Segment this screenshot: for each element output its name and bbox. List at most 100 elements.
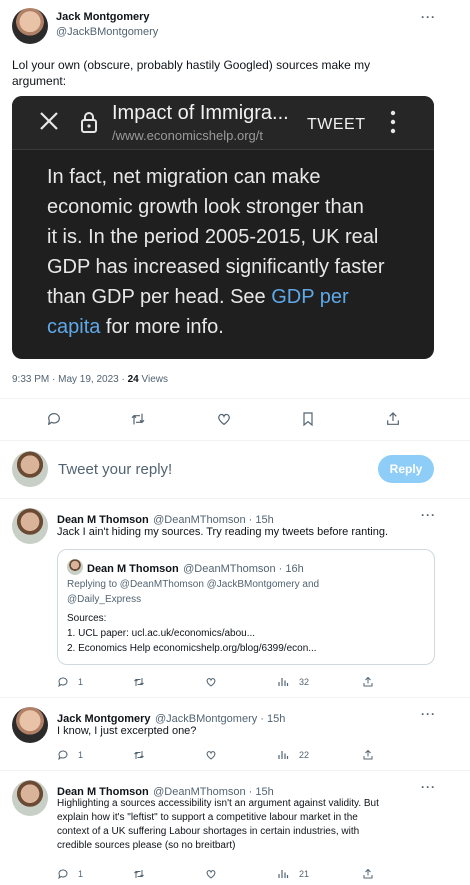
reply-count: 1 [78,750,84,760]
reply-icon [58,677,68,688]
retweet-button[interactable] [133,675,145,687]
like-icon [218,413,230,426]
divider [0,498,470,499]
reply-count: 1 [78,869,84,879]
timestamp: · 16h [275,563,304,575]
reply-button[interactable] [57,675,69,688]
replying-to: @Daily_Express [67,594,142,605]
quote-header: Dean M Thomson @DeanMThomson · 16h [87,559,304,577]
views-count: 32 [299,677,310,687]
share-icon [363,868,373,879]
reply-icon [58,869,68,880]
quoted-tweet[interactable]: Dean M Thomson @DeanMThomson · 16h Reply… [57,549,435,665]
reply-button[interactable] [46,411,62,427]
timestamp[interactable]: 9:33 PM · May 19, 2023 · [12,374,128,385]
views-icon [278,751,289,759]
share-icon [387,412,399,425]
retweet-icon [131,413,145,425]
like-icon [206,678,216,687]
excerpt-line: In fact, net migration can make [47,166,321,188]
share-icon [363,676,373,687]
like-icon [206,751,216,760]
divider [0,440,470,441]
author-name[interactable]: Jack Montgomery [56,11,150,23]
views-button[interactable] [277,748,289,760]
divider [0,398,470,399]
reply-submit-button[interactable]: Reply [378,455,434,483]
retweet-button[interactable] [133,867,145,879]
more-vertical-icon [390,110,396,134]
page-title: Impact of Immigra... [112,102,289,124]
excerpt-line: GDP has increased significantly faster [47,256,385,278]
more-icon[interactable]: ··· [421,508,436,522]
article-excerpt: In fact, net migration can make economic… [47,162,407,342]
retweet-icon [134,678,144,686]
excerpt-line: it is. In the period 2005-2015, UK real [47,226,379,248]
views-icon [278,678,289,686]
reply-text-line: context of a UK suffering Labour shortag… [57,826,360,837]
tweet-image[interactable]: Impact of Immigra... /www.economicshelp.… [12,96,434,359]
timestamp[interactable]: · 15h [257,713,285,725]
more-icon[interactable]: ··· [421,707,436,721]
bookmark-button[interactable] [300,411,316,427]
views-button[interactable] [277,675,289,687]
share-button[interactable] [362,867,374,879]
reply-text-line: credible sources please (so no breitbart… [57,840,236,851]
excerpt-line: economic growth look stronger than [47,196,364,218]
like-icon [206,870,216,879]
views-icon [278,870,289,878]
tweet-text-line: Lol your own (obscure, probably hastily … [12,58,371,72]
share-button[interactable] [362,675,374,687]
author-handle[interactable]: @JackBMontgomery [56,26,158,38]
share-button[interactable] [385,411,401,427]
close-icon [40,112,58,130]
avatar[interactable] [12,707,48,743]
tweet-label: TWEET [307,116,366,133]
avatar [12,451,48,487]
retweet-button[interactable] [130,411,146,427]
like-button[interactable] [205,867,217,879]
author-handle: @DeanMThomson [183,563,276,575]
reply-text: Highlighting a sources accessibility isn… [57,797,457,853]
views-count: 21 [299,869,310,879]
excerpt-line: capita for more info. [47,312,407,342]
like-button[interactable] [216,411,232,427]
share-icon [363,749,373,760]
quote-text-line: 1. UCL paper: ucl.ac.uk/economics/abou..… [67,628,256,639]
page-url: /www.economicshelp.org/t [112,128,264,143]
retweet-button[interactable] [133,748,145,760]
author-name: Dean M Thomson [87,563,179,575]
reply-button[interactable] [57,867,69,880]
reply-text-line: Highlighting a sources accessibility isn… [57,798,379,809]
divider [0,770,470,771]
avatar[interactable] [12,8,48,44]
views-label: Views [138,374,169,385]
views-count: 22 [299,750,310,760]
share-button[interactable] [362,748,374,760]
retweet-icon [134,751,144,759]
avatar[interactable] [12,780,48,816]
excerpt-link: capita [47,316,101,338]
like-button[interactable] [205,748,217,760]
tweet-text: Lol your own (obscure, probably hastily … [12,57,432,89]
reply-count: 1 [78,677,84,687]
excerpt-text: for more info. [100,316,224,338]
excerpt-text: than GDP per head. See [47,286,272,308]
reply-text: I know, I just excerpted one? [57,725,197,737]
quote-text-line: Sources: [67,613,107,624]
tweet-text-line: argument: [12,74,67,88]
views-count: 24 [127,374,139,385]
retweet-icon [134,870,144,878]
reply-text-line: explain how it's "leftist" to support a … [57,812,358,823]
views-button[interactable] [277,867,289,879]
reply-input[interactable]: Tweet your reply! [58,461,172,478]
avatar[interactable] [12,508,48,544]
reply-text: Jack I ain't hiding my sources. Try read… [57,526,389,538]
lock-icon [81,112,97,133]
reply-button[interactable] [57,748,69,761]
divider [0,697,470,698]
reply-icon [48,413,60,425]
like-button[interactable] [205,675,217,687]
more-icon[interactable]: ··· [421,780,436,794]
more-icon[interactable]: ··· [421,10,436,24]
